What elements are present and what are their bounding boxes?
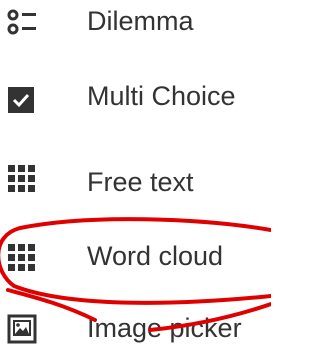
menu-item-free-text[interactable]: Free text bbox=[0, 146, 271, 206]
menu-item-label: Dilemma bbox=[87, 6, 194, 36]
menu-item-label: Image picker bbox=[87, 313, 242, 343]
grid-dots-icon bbox=[6, 163, 38, 195]
menu-item-dilemma[interactable]: Dilemma bbox=[0, 2, 271, 62]
menu-item-label: Multi Choice bbox=[87, 81, 236, 111]
menu-item-image-picker[interactable]: Image picker bbox=[0, 300, 271, 360]
image-icon bbox=[6, 313, 38, 345]
question-type-menu: Dilemma Multi Choice Free text Word clou… bbox=[0, 0, 271, 360]
checkbox-checked-icon bbox=[6, 85, 38, 117]
dilemma-list-icon bbox=[6, 8, 38, 40]
grid-dots-icon bbox=[6, 242, 38, 274]
menu-item-multi-choice[interactable]: Multi Choice bbox=[0, 71, 271, 131]
menu-item-label: Word cloud bbox=[87, 241, 224, 271]
menu-item-word-cloud[interactable]: Word cloud bbox=[0, 225, 271, 285]
menu-item-label: Free text bbox=[87, 167, 194, 197]
